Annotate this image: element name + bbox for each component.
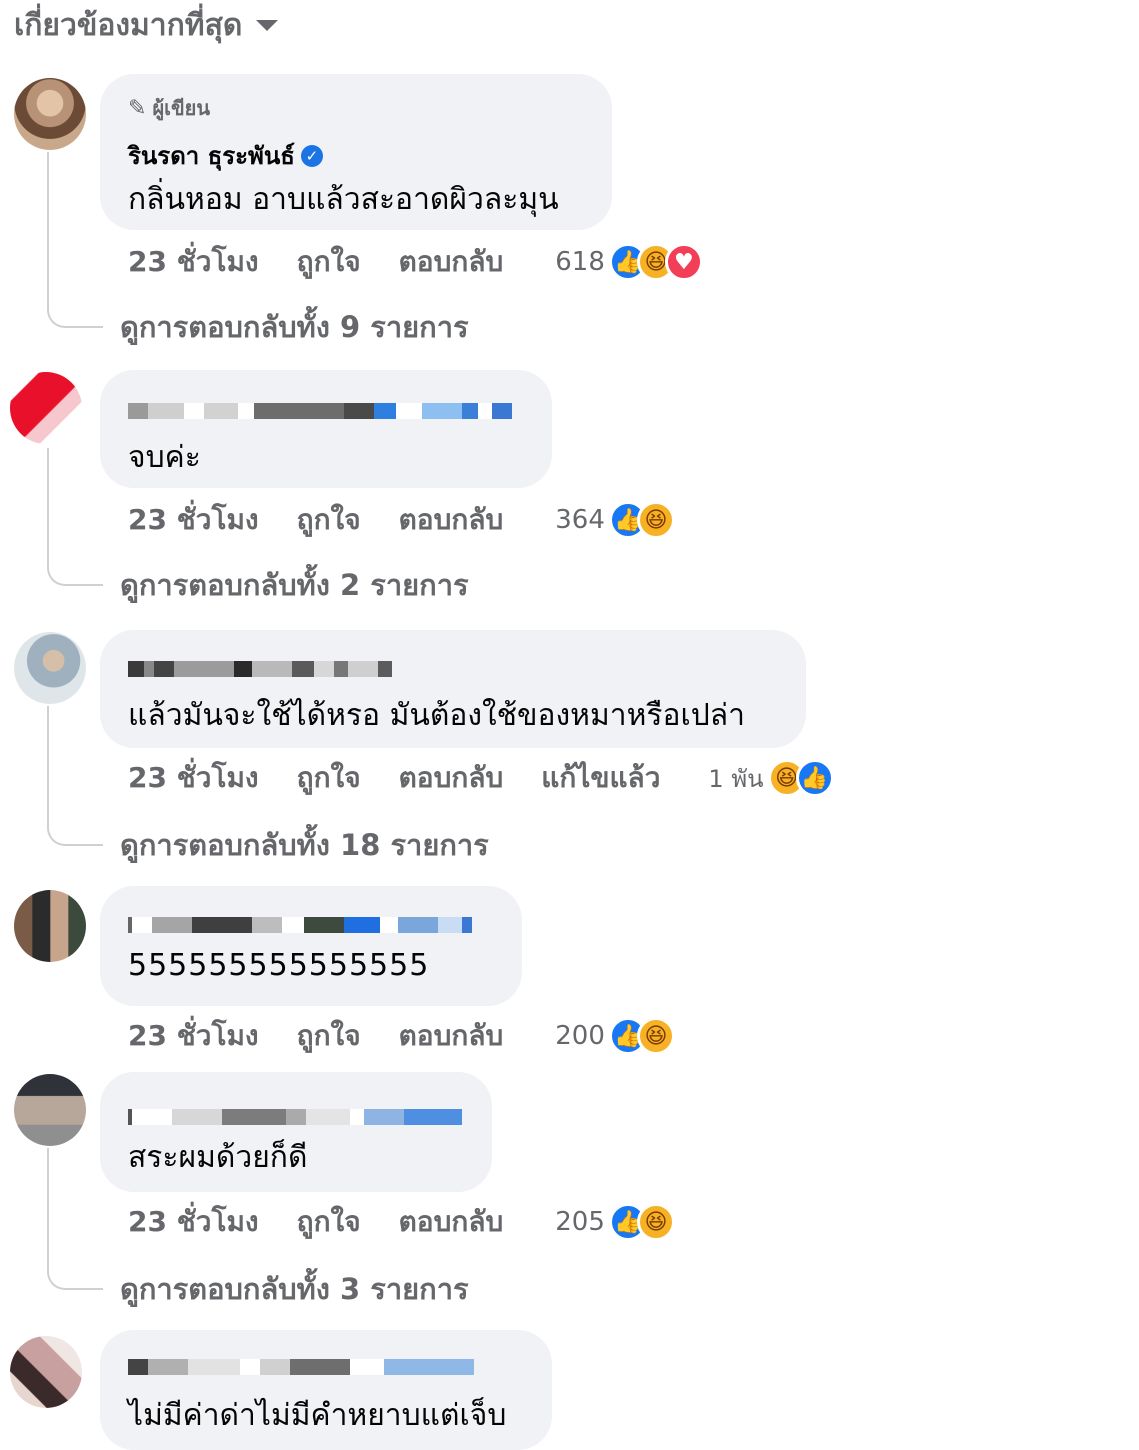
like-button[interactable]: ถูกใจ	[297, 498, 361, 542]
thread-line	[47, 448, 49, 560]
timestamp[interactable]: 23 ชั่วโมง	[128, 1200, 259, 1244]
like-button[interactable]: ถูกใจ	[297, 1014, 361, 1058]
thread-curve	[47, 302, 103, 328]
blurred-name	[128, 1108, 462, 1126]
reply-button[interactable]: ตอบกลับ	[399, 756, 504, 800]
reply-button[interactable]: ตอบกลับ	[399, 1200, 504, 1244]
reply-button[interactable]: ตอบกลับ	[399, 240, 504, 284]
comment-actions: 23 ชั่วโมง ถูกใจ ตอบกลับ 618 👍 😆 ♥	[128, 240, 703, 284]
reaction-icons[interactable]: 👍 😆	[608, 501, 675, 539]
view-replies-link[interactable]: ดูการตอบกลับทั้ง 2 รายการ	[120, 562, 469, 608]
sort-label: เกี่ยวข้องมากที่สุด	[14, 7, 243, 43]
avatar[interactable]	[10, 372, 82, 444]
commenter-name-text: รินรดา ธุระพันธ์	[128, 142, 295, 170]
comment-bubble: จบค่ะ	[100, 370, 552, 488]
comment-text: กลิ่นหอม อาบแล้วสะอาดผิวละมุน	[128, 182, 559, 217]
comment-actions: 23 ชั่วโมง ถูกใจ ตอบกลับ 200 👍 😆	[128, 1014, 675, 1058]
like-button[interactable]: ถูกใจ	[297, 240, 361, 284]
timestamp[interactable]: 23 ชั่วโมง	[128, 756, 259, 800]
haha-icon: 😆	[636, 501, 675, 539]
comment-text: จบค่ะ	[128, 440, 201, 475]
verified-badge-icon: ✓	[300, 144, 323, 167]
comment-text: สระผมด้วยก็ดี	[128, 1140, 308, 1175]
comment-text: 555555555555555	[128, 948, 430, 983]
comment-actions: 23 ชั่วโมง ถูกใจ ตอบกลับ แก้ไขแล้ว 1 พัน…	[128, 756, 834, 800]
like-button[interactable]: ถูกใจ	[297, 1200, 361, 1244]
thread-curve	[47, 560, 103, 586]
reaction-icons[interactable]: 👍 😆 ♥	[608, 243, 703, 281]
blurred-name	[128, 402, 512, 420]
view-replies-link[interactable]: ดูการตอบกลับทั้ง 18 รายการ	[120, 822, 489, 868]
like-icon: 👍	[795, 759, 834, 797]
comment-bubble: ✎ ผู้เขียน รินรดา ธุระพันธ์ ✓ กลิ่นหอม อ…	[100, 74, 612, 230]
timestamp[interactable]: 23 ชั่วโมง	[128, 240, 259, 284]
timestamp[interactable]: 23 ชั่วโมง	[128, 498, 259, 542]
reaction-count[interactable]: 1 พัน	[708, 759, 763, 798]
thread-line	[47, 706, 49, 820]
blurred-name	[128, 1358, 474, 1376]
reaction-icons[interactable]: 😆 👍	[767, 759, 834, 797]
view-replies-link[interactable]: ดูการตอบกลับทั้ง 3 รายการ	[120, 1266, 469, 1312]
comment-bubble: ไม่มีค่าด่าไม่มีคำหยาบแต่เจ็บ	[100, 1330, 552, 1450]
love-icon: ♥	[664, 243, 703, 281]
comment-bubble: 555555555555555	[100, 886, 522, 1006]
view-replies-link[interactable]: ดูการตอบกลับทั้ง 9 รายการ	[120, 304, 469, 350]
avatar[interactable]	[10, 1336, 82, 1408]
reaction-icons[interactable]: 👍 😆	[608, 1017, 675, 1055]
reply-button[interactable]: ตอบกลับ	[399, 498, 504, 542]
avatar[interactable]	[14, 632, 86, 704]
commenter-name[interactable]: รินรดา ธุระพันธ์ ✓	[128, 136, 323, 175]
like-button[interactable]: ถูกใจ	[297, 756, 361, 800]
reaction-count[interactable]: 618	[555, 247, 605, 277]
comment-bubble: แล้วมันจะใช้ได้หรอ มันต้องใช้ของหมาหรือเ…	[100, 630, 806, 748]
reply-button[interactable]: ตอบกลับ	[399, 1014, 504, 1058]
timestamp[interactable]: 23 ชั่วโมง	[128, 1014, 259, 1058]
sort-dropdown[interactable]: เกี่ยวข้องมากที่สุด	[14, 2, 279, 48]
comment-text: แล้วมันจะใช้ได้หรอ มันต้องใช้ของหมาหรือเ…	[128, 698, 746, 733]
thread-curve	[47, 820, 103, 846]
comment-text: ไม่มีค่าด่าไม่มีคำหยาบแต่เจ็บ	[128, 1398, 507, 1433]
reaction-count[interactable]: 200	[555, 1021, 605, 1051]
pencil-icon: ✎	[128, 95, 147, 121]
blurred-name	[128, 660, 392, 678]
haha-icon: 😆	[636, 1203, 675, 1241]
comment-bubble: สระผมด้วยก็ดี	[100, 1072, 492, 1192]
reaction-icons[interactable]: 👍 😆	[608, 1203, 675, 1241]
avatar[interactable]	[14, 78, 86, 150]
thread-curve	[47, 1264, 103, 1290]
comment-actions: 23 ชั่วโมง ถูกใจ ตอบกลับ 364 👍 😆	[128, 498, 675, 542]
blurred-name	[128, 916, 472, 934]
reaction-count[interactable]: 364	[555, 505, 605, 535]
thread-line	[47, 152, 49, 302]
thread-line	[47, 1148, 49, 1264]
avatar[interactable]	[14, 890, 86, 962]
reaction-count[interactable]: 205	[555, 1207, 605, 1237]
avatar[interactable]	[14, 1074, 86, 1146]
haha-icon: 😆	[636, 1017, 675, 1055]
caret-down-icon	[256, 19, 279, 31]
edited-label[interactable]: แก้ไขแล้ว	[541, 756, 660, 800]
author-badge: ✎ ผู้เขียน	[128, 92, 210, 124]
author-badge-label: ผู้เขียน	[152, 96, 211, 120]
comment-actions: 23 ชั่วโมง ถูกใจ ตอบกลับ 205 👍 😆	[128, 1200, 675, 1244]
